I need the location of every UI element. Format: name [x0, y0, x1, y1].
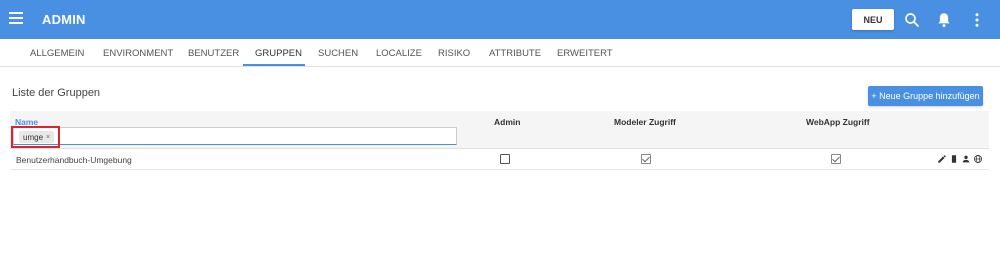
- name-filter-input[interactable]: umge ×: [13, 127, 457, 145]
- edit-icon[interactable]: [937, 154, 947, 164]
- column-header-webapp[interactable]: WebApp Zugriff: [806, 117, 870, 127]
- column-header-admin[interactable]: Admin: [494, 117, 520, 127]
- new-button[interactable]: NEU: [852, 9, 894, 30]
- delete-icon[interactable]: [949, 154, 959, 164]
- tab-benutzer[interactable]: BENUTZER: [188, 48, 239, 59]
- active-tab-indicator: [243, 64, 305, 66]
- top-app-bar: ADMIN NEU: [0, 0, 1000, 39]
- more-vert-icon[interactable]: [968, 11, 986, 29]
- table-row[interactable]: Benutzerhandbuch-Umgebung: [10, 150, 989, 170]
- add-group-button[interactable]: + Neue Gruppe hinzufügen: [868, 86, 983, 106]
- tab-allgemein[interactable]: ALLGEMEIN: [30, 48, 84, 59]
- globe-icon[interactable]: [973, 154, 983, 164]
- tab-attribute[interactable]: ATTRIBUTE: [489, 48, 541, 59]
- group-name: Benutzerhandbuch-Umgebung: [16, 155, 132, 165]
- tab-bar: ALLGEMEIN ENVIRONMENT BENUTZER GRUPPEN S…: [0, 39, 1000, 67]
- section-title: Liste der Gruppen: [12, 87, 101, 99]
- column-header-modeler[interactable]: Modeler Zugriff: [614, 117, 676, 127]
- bell-icon[interactable]: [935, 11, 953, 29]
- tab-localize[interactable]: LOCALIZE: [376, 48, 422, 59]
- tab-environment[interactable]: ENVIRONMENT: [103, 48, 173, 59]
- webapp-checkbox[interactable]: [831, 154, 841, 164]
- table-header: Name Admin Modeler Zugriff WebApp Zugrif…: [10, 111, 989, 149]
- tab-gruppen[interactable]: GRUPPEN: [255, 48, 302, 59]
- search-icon[interactable]: [903, 11, 921, 29]
- tab-erweitert[interactable]: ERWEITERT: [557, 48, 613, 59]
- person-icon[interactable]: [961, 154, 971, 164]
- highlight-box: [11, 126, 60, 148]
- menu-icon[interactable]: [9, 12, 23, 26]
- tab-suchen[interactable]: SUCHEN: [318, 48, 358, 59]
- row-actions: [937, 154, 983, 164]
- modeler-checkbox[interactable]: [641, 154, 651, 164]
- tab-risiko[interactable]: RISIKO: [438, 48, 470, 59]
- admin-checkbox[interactable]: [500, 154, 510, 164]
- app-title: ADMIN: [42, 12, 86, 27]
